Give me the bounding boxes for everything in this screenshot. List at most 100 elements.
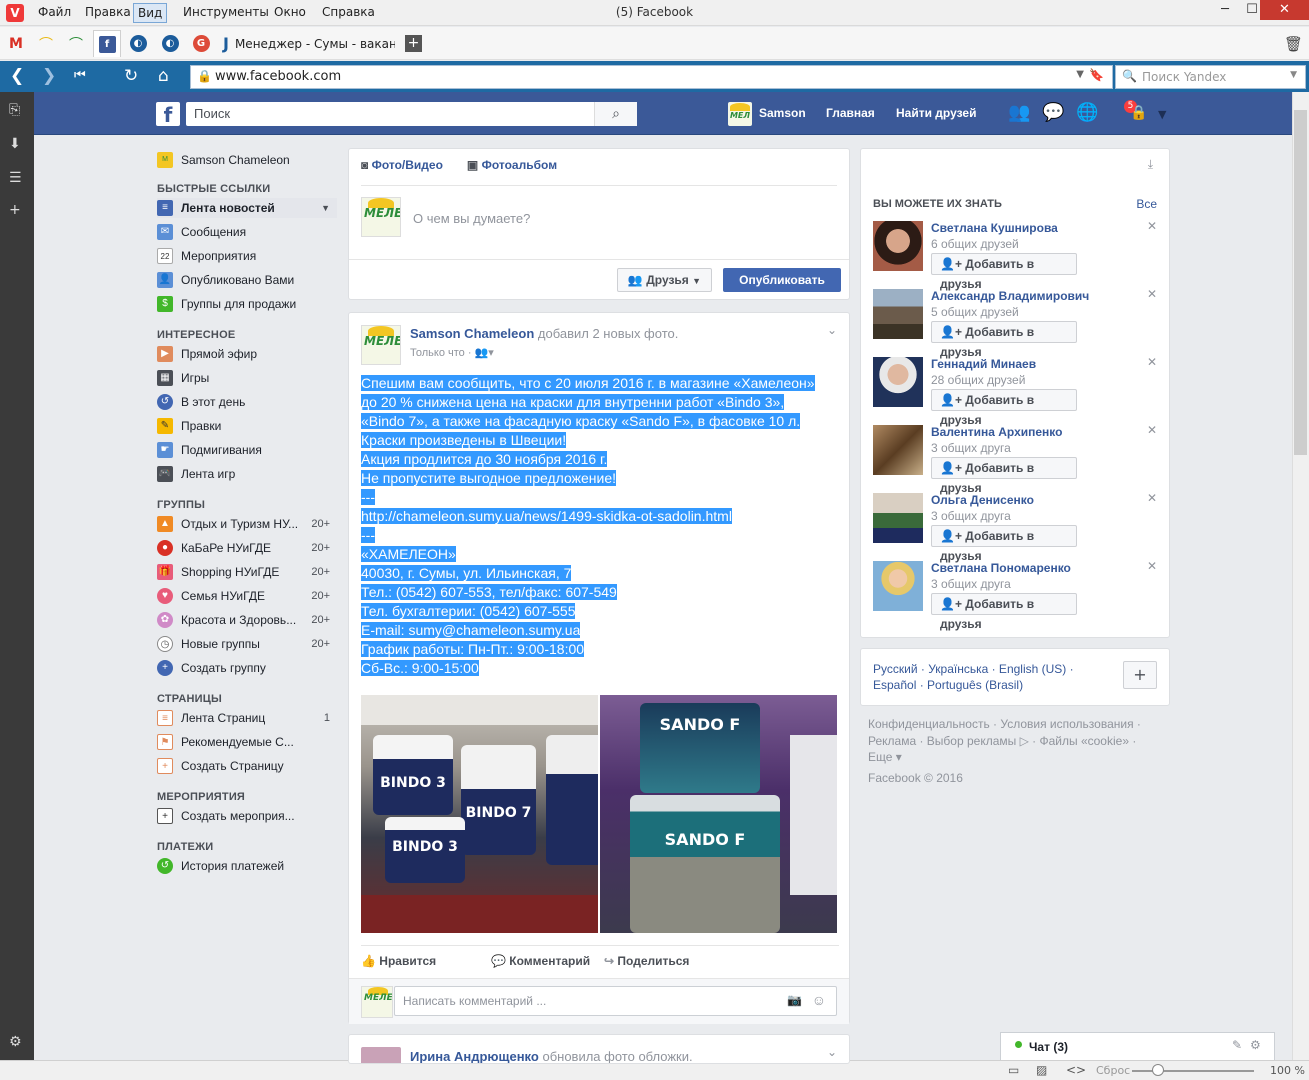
more-chevron-icon[interactable]: ▼ <box>321 203 330 213</box>
person-photo[interactable] <box>873 221 923 271</box>
footer-more-link[interactable]: Еще ▾ <box>868 749 1168 766</box>
scrollbar-thumb[interactable] <box>1294 110 1307 455</box>
home-link[interactable]: Главная <box>826 106 875 120</box>
download-icon[interactable]: ⤓ <box>1148 157 1153 172</box>
post-photo-bindo[interactable]: BINDO 3 BINDO 7 BINDO 3 <box>361 695 598 933</box>
dropdown-icon[interactable]: ▼ <box>1290 70 1297 80</box>
nav-edits[interactable]: ✎ Правки <box>157 416 337 436</box>
nav-on-this-day[interactable]: ↺ В этот день <box>157 392 337 412</box>
user-avatar[interactable]: МЕЛ <box>728 102 752 126</box>
mutual-friends[interactable]: 3 общих друга <box>931 577 1011 591</box>
privacy-shortcuts-icon[interactable]: 🔒 <box>1130 105 1147 121</box>
add-friend-button[interactable]: 👤+ Добавить в друзья <box>931 593 1077 631</box>
add-friend-button[interactable]: 👤+ Добавить в друзья <box>931 525 1077 563</box>
nav-payment-history[interactable]: ↺ История платежей <box>157 856 337 876</box>
camera-icon[interactable]: 📷 <box>787 993 802 1007</box>
nav-pages-feed[interactable]: ≡ Лента Страниц 1 <box>157 708 337 728</box>
facebook-search-input[interactable]: Поиск <box>186 102 637 126</box>
post-photo-sando[interactable]: SANDO F SANDO F <box>600 695 837 933</box>
mutual-friends[interactable]: 3 общих друга <box>931 509 1011 523</box>
nav-recommended-pages[interactable]: ⚑ Рекомендуемые С... <box>157 732 337 752</box>
person-photo[interactable] <box>873 357 923 407</box>
bookmarks-panel-icon[interactable]: ⎘ <box>9 102 20 118</box>
nav-messages[interactable]: ✉ Сообщения <box>157 222 337 242</box>
tab-site-2[interactable]: ◐ <box>156 30 184 57</box>
person-name-link[interactable]: Валентина Архипенко <box>931 425 1062 439</box>
back-icon[interactable]: ❮ <box>10 66 24 86</box>
tab-gmail[interactable]: M <box>2 30 30 57</box>
nav-sale-groups[interactable]: $ Группы для продажи <box>157 294 337 314</box>
person-name-link[interactable]: Светлана Пономаренко <box>931 561 1071 575</box>
audience-selector-button[interactable]: 👥 Друзья ▼ <box>617 268 712 292</box>
nav-create-event[interactable]: + Создать мероприя... <box>157 806 337 826</box>
add-friend-button[interactable]: 👤+ Добавить в друзья <box>931 253 1077 291</box>
nav-news-feed[interactable]: ≡ Лента новостей ▼ <box>157 198 337 218</box>
post-link[interactable]: http://chameleon.sumy.ua/news/1499-skidk… <box>361 508 732 524</box>
reload-icon[interactable]: ↻ <box>124 66 138 86</box>
language-links[interactable]: Español · Português (Brasil) <box>873 677 1113 693</box>
nav-create-group[interactable]: + Создать группу <box>157 658 337 678</box>
zoom-reset-label[interactable]: Сброс <box>1096 1064 1130 1077</box>
dismiss-icon[interactable]: ✕ <box>1147 559 1157 573</box>
zoom-slider-handle[interactable] <box>1152 1064 1164 1076</box>
post-options-chevron-icon[interactable]: ⌄ <box>827 323 837 337</box>
footer-links[interactable]: Реклама · Выбор рекламы ▷ · Файлы «cooki… <box>868 733 1168 750</box>
nav-group[interactable]: 🎁 Shopping НУиГДЕ 20+ <box>157 562 337 582</box>
dismiss-icon[interactable]: ✕ <box>1147 219 1157 233</box>
tab-job-site[interactable]: J Менеджер - Сумы - ваканс <box>219 30 395 57</box>
code-icon[interactable]: <> <box>1066 1063 1086 1077</box>
person-photo[interactable] <box>873 493 923 543</box>
profile-link[interactable]: Samson <box>759 106 806 120</box>
account-menu-chevron-icon[interactable]: ▼ <box>1158 108 1166 121</box>
like-button[interactable]: 👍 Нравится <box>361 946 491 975</box>
nav-published-by-you[interactable]: 👤 Опубликовано Вами <box>157 270 337 290</box>
footer-links[interactable]: Конфиденциальность · Условия использован… <box>868 716 1168 733</box>
image-icon[interactable]: ▨ <box>1036 1063 1047 1077</box>
mutual-friends[interactable]: 5 общих друзей <box>931 305 1019 319</box>
emoji-icon[interactable]: ☺ <box>812 992 826 1008</box>
trash-icon[interactable]: 🗑 <box>1284 35 1303 53</box>
post-author-link[interactable]: Samson Chameleon <box>410 326 534 341</box>
window-icon[interactable]: ▭ <box>1008 1063 1019 1077</box>
home-icon[interactable]: ⌂ <box>158 66 169 86</box>
new-message-icon[interactable]: ✎ <box>1232 1038 1242 1052</box>
tab-chameleon-2[interactable]: ⌒ <box>62 30 90 57</box>
search-icon[interactable]: ⌕ <box>594 102 637 126</box>
dismiss-icon[interactable]: ✕ <box>1147 355 1157 369</box>
tab-facebook[interactable]: f <box>93 30 121 57</box>
nav-profile[interactable]: М Samson Chameleon <box>157 150 337 170</box>
downloads-panel-icon[interactable]: ⬇ <box>9 136 21 152</box>
composer-tab-photo-video[interactable]: ◙ Фото/Видео <box>361 158 443 172</box>
add-friend-button[interactable]: 👤+ Добавить в друзья <box>931 389 1077 427</box>
search-engine-input[interactable]: 🔍 Поиск Yandex ▼ <box>1115 65 1306 89</box>
forward-icon[interactable]: ❯ <box>42 66 56 86</box>
notifications-globe-icon[interactable]: 🌐 <box>1076 102 1098 123</box>
add-panel-icon[interactable]: + <box>9 202 21 218</box>
post-author-link[interactable]: Ирина Андрющенко <box>410 1049 539 1063</box>
dropdown-icon[interactable]: ▼ <box>1076 69 1084 80</box>
mutual-friends[interactable]: 6 общих друзей <box>931 237 1019 251</box>
more-languages-button[interactable]: + <box>1123 661 1157 689</box>
bookmark-icon[interactable]: 🔖 <box>1089 68 1104 82</box>
nav-group[interactable]: ♥ Семья НУиГДЕ 20+ <box>157 586 337 606</box>
person-photo[interactable] <box>873 289 923 339</box>
post-timestamp[interactable]: Только что <box>410 347 465 359</box>
url-input[interactable]: 🔒 www.facebook.com ▼ 🔖 <box>190 65 1113 89</box>
nav-games[interactable]: ▦ Игры <box>157 368 337 388</box>
dismiss-icon[interactable]: ✕ <box>1147 423 1157 437</box>
chat-bar[interactable]: Чат (3) ✎ ⚙ <box>1000 1032 1275 1060</box>
dismiss-icon[interactable]: ✕ <box>1147 491 1157 505</box>
comment-input[interactable]: Написать комментарий ... 📷 ☺ <box>394 986 837 1016</box>
nav-group[interactable]: ● КаБаРе НУиГДЕ 20+ <box>157 538 337 558</box>
tab-google-plus[interactable]: G <box>187 30 215 57</box>
language-links[interactable]: Русский · Українська · English (US) · <box>873 661 1113 677</box>
audience-friends-icon[interactable]: 👥▾ <box>475 347 494 359</box>
pymk-see-all-link[interactable]: Все <box>1136 197 1157 211</box>
share-button[interactable]: ↪ Поделиться <box>604 946 724 975</box>
nav-pokes[interactable]: ☛ Подмигивания <box>157 440 337 460</box>
nav-new-groups[interactable]: ◷ Новые группы 20+ <box>157 634 337 654</box>
tab-site-1[interactable]: ◐ <box>124 30 152 57</box>
nav-live[interactable]: ▶ Прямой эфир <box>157 344 337 364</box>
post-author-avatar[interactable]: МЕЛЕ <box>361 325 401 365</box>
settings-gear-icon[interactable]: ⚙ <box>9 1034 22 1050</box>
